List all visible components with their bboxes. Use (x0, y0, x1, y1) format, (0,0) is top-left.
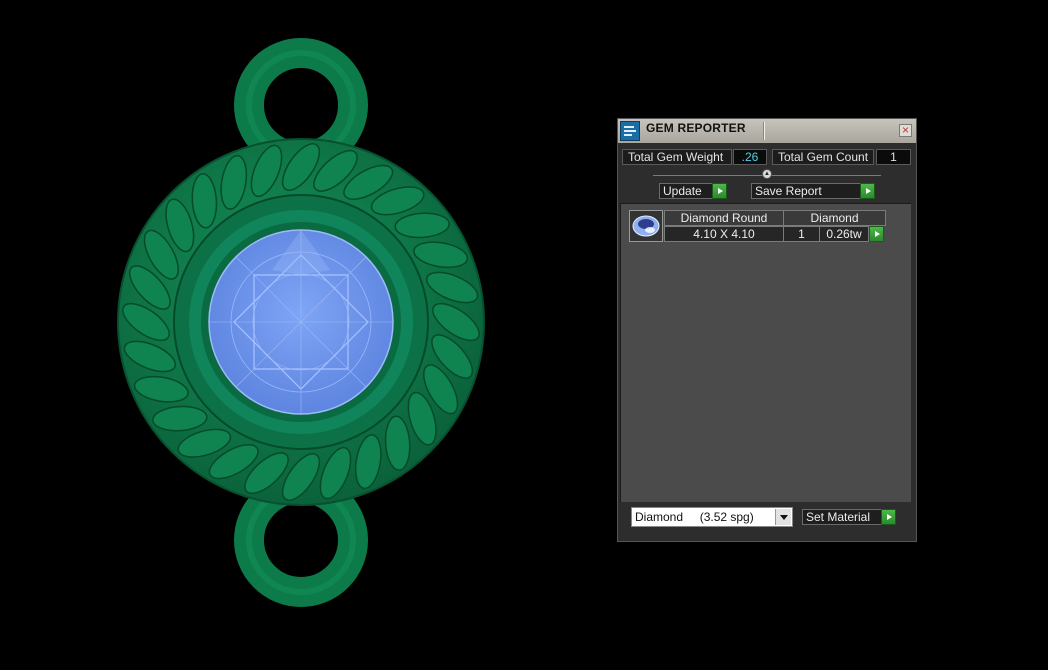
title-bar[interactable]: GEM REPORTER × (618, 119, 916, 143)
play-arrow-icon (860, 183, 875, 199)
title-divider (763, 122, 765, 140)
window-title: GEM REPORTER (646, 121, 746, 135)
gem-reporter-panel: GEM REPORTER × Total Gem Weight .26 Tota… (617, 118, 917, 542)
gem-reporter-icon (620, 121, 640, 141)
gem-count-cell: 1 (783, 226, 820, 242)
material-bar: Diamond (3.52 spg) Set Material (618, 507, 916, 541)
play-arrow-icon (881, 509, 896, 525)
set-material-label: Set Material (806, 510, 871, 524)
round-diamond (208, 229, 394, 415)
3d-viewport[interactable] (0, 0, 600, 670)
splitter-handle[interactable]: ▲ (762, 169, 772, 179)
set-material-button[interactable]: Set Material (802, 509, 896, 525)
update-label: Update (663, 184, 702, 198)
gem-report-list[interactable]: Diamond Round Diamond 4.10 X 4.10 1 0.26… (620, 203, 911, 502)
close-button[interactable]: × (899, 124, 912, 137)
total-gem-count-value: 1 (876, 149, 911, 165)
total-gem-count-label: Total Gem Count (772, 149, 874, 165)
close-icon: × (901, 123, 909, 137)
total-gem-weight-value: .26 (733, 149, 767, 165)
pendant-render (117, 38, 485, 607)
save-report-button[interactable]: Save Report (751, 183, 875, 199)
save-report-label: Save Report (755, 184, 822, 198)
material-dropdown[interactable]: Diamond (3.52 spg) (631, 507, 793, 527)
material-selected-value: Diamond (3.52 spg) (635, 510, 754, 524)
update-button[interactable]: Update (659, 183, 727, 199)
gem-thumbnail (629, 210, 663, 242)
total-gem-weight-label: Total Gem Weight (622, 149, 732, 165)
gem-material-header: Diamond (783, 210, 886, 226)
chevron-down-icon[interactable] (775, 509, 791, 525)
play-arrow-icon (712, 183, 727, 199)
gem-size-cell: 4.10 X 4.10 (664, 226, 784, 242)
gem-weight-cell: 0.26tw (819, 226, 869, 242)
gem-type-header: Diamond Round (664, 210, 784, 226)
row-action-button[interactable] (869, 226, 884, 242)
